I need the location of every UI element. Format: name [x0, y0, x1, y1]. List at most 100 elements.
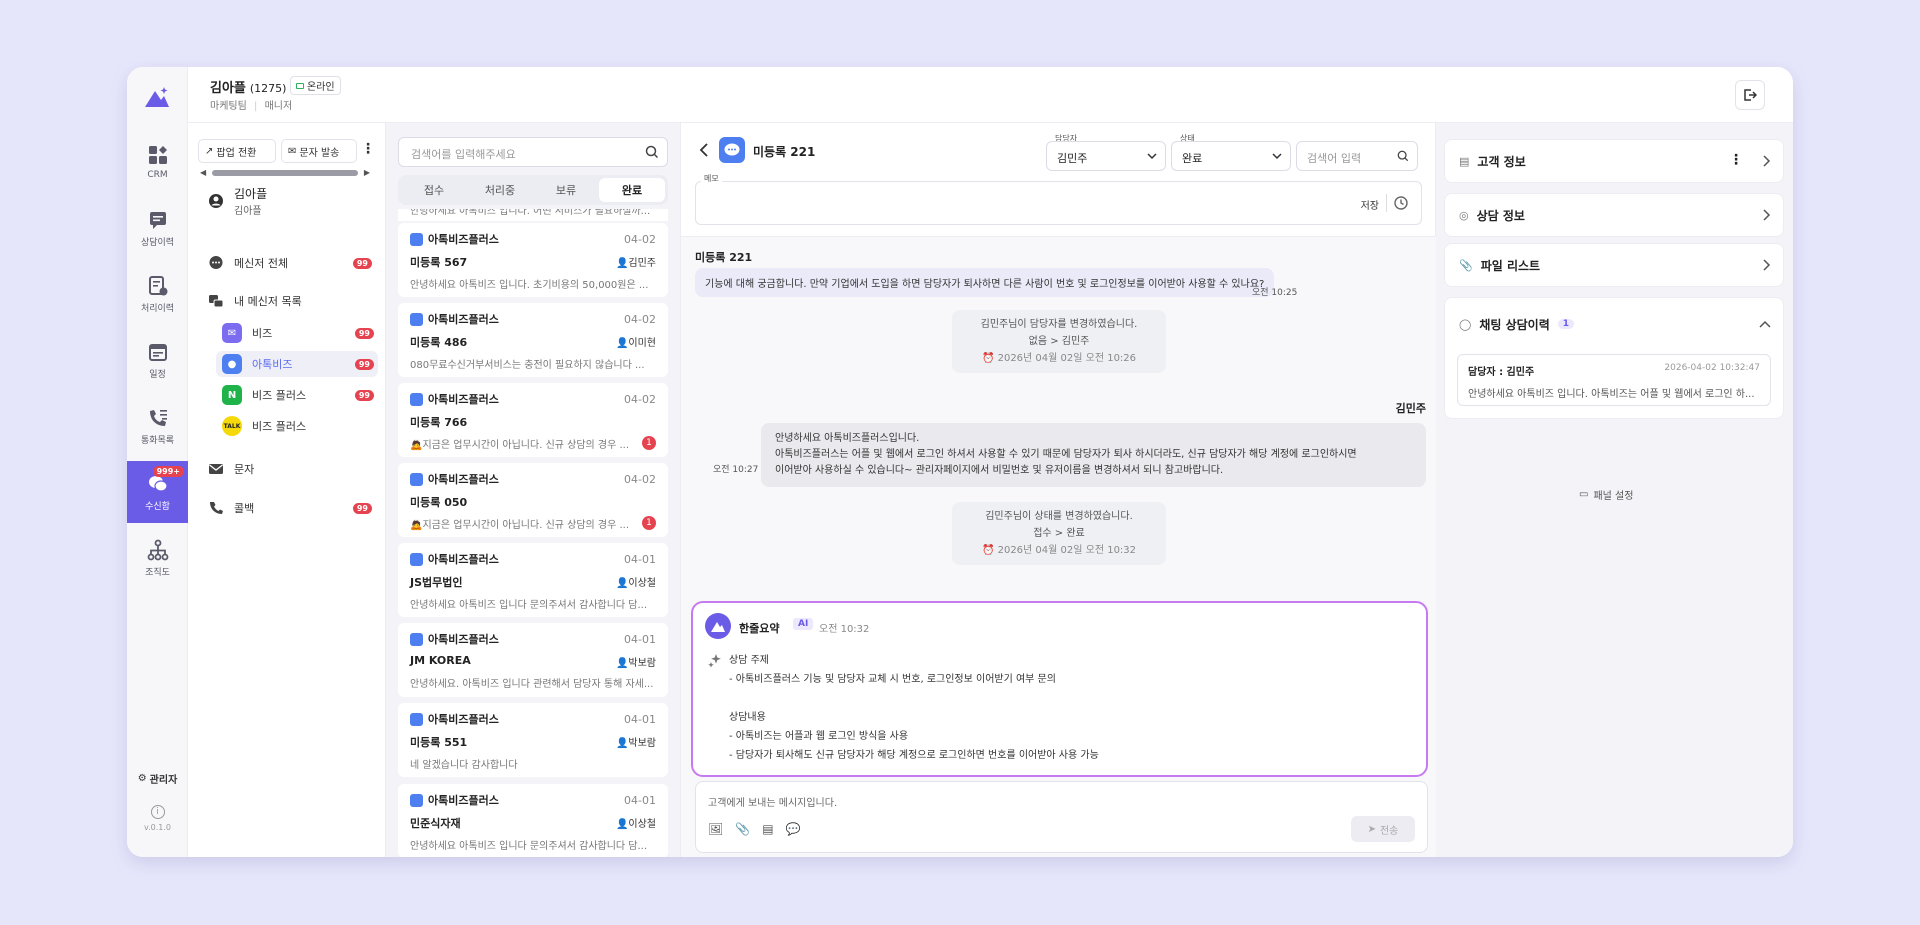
sidebar-item-all-messengers[interactable]: 메신저 전체 99	[208, 250, 376, 276]
panel-title: 고객 정보	[1477, 154, 1526, 169]
more-vertical-icon[interactable]: ⋮	[361, 141, 375, 157]
list-search-input[interactable]: 검색어를 입력해주세요	[398, 137, 668, 167]
status-select[interactable]: 완료	[1171, 141, 1291, 171]
rail-item-org-chart[interactable]: 조직도	[127, 527, 188, 589]
rail-item-crm[interactable]: CRM	[127, 131, 188, 193]
attach-icon[interactable]: 📎	[735, 822, 750, 836]
history-item[interactable]: 담당자 : 김민주 2026-04-02 10:32:47 안녕하세요 아톡비즈…	[1457, 354, 1771, 406]
horizontal-scrollbar[interactable]: ◀ ▶	[200, 168, 370, 177]
chevron-right-icon[interactable]	[1763, 155, 1771, 167]
list-item[interactable]: 아톡비즈플러스 04-02 미등록 486 👤이미현 080무료수신거부서비스는 충전이…	[398, 303, 668, 377]
chevron-right-icon[interactable]	[1763, 259, 1771, 271]
quick-reply-icon[interactable]: 💬	[786, 822, 801, 836]
list-item[interactable]: 아톡비즈플러스 04-01 민준식자재 👤이상철 안녕하세요 아톡비즈 입니다 문의주셔…	[398, 784, 668, 857]
system-message-line: 김민주님이 담당자를 변경하였습니다.	[980, 319, 1138, 330]
sidebar-user[interactable]: 김아플 김아플	[208, 185, 267, 217]
sidebar-item-sms[interactable]: 문자	[208, 456, 376, 482]
rail-item-process-history[interactable]: 처리이력	[127, 263, 188, 325]
chat-bubble-icon	[724, 143, 740, 156]
chat-search-input[interactable]: 검색어 입력	[1296, 141, 1418, 171]
tab-completed[interactable]: 완료	[599, 178, 665, 202]
sidebar-item-channel-atalkbiz[interactable]: ● 아톡비즈 99	[216, 351, 378, 377]
chevron-down-icon	[1147, 153, 1157, 160]
chevron-up-icon[interactable]	[1759, 320, 1771, 328]
rail-item-call-list[interactable]: 통화목록	[127, 395, 188, 457]
card-preview: 🙇지금은 업무시간이 아닙니다. 신규 상담의 경우 ...	[410, 520, 630, 531]
chevron-right-icon[interactable]	[1763, 209, 1771, 221]
assignee-select[interactable]: 김민주	[1046, 141, 1166, 171]
tab-received[interactable]: 접수	[401, 178, 467, 202]
system-message-timestamp: ⏰ 2026년 04월 02일 오전 10:32	[952, 542, 1166, 559]
unread-badge: 1	[642, 436, 656, 450]
scroll-left-icon[interactable]: ◀	[200, 168, 206, 177]
process-history-icon	[148, 275, 167, 295]
external-link-icon: ↗	[205, 145, 214, 157]
laptop-icon	[296, 82, 304, 89]
tab-in-progress[interactable]: 처리중	[467, 178, 533, 202]
history-icon[interactable]	[1393, 195, 1409, 211]
history-preview: 안녕하세요 아톡비즈 입니다. 아톡비즈는 어플 및 웹에서 로그인 하...	[1468, 389, 1755, 400]
divider	[1386, 194, 1387, 212]
list-item[interactable]: 아톡비즈플러스 04-01 미등록 551 👤박보람 네 알겠습니다 감사합니다	[398, 703, 668, 777]
biz-channel-icon: ✉	[222, 323, 242, 343]
back-chevron-icon[interactable]	[699, 143, 709, 157]
team-text: 마케팅팀	[210, 101, 247, 112]
app-window: CRM 상담이력 처리이력 일정 통화목록 999+ 수신함 조직도 ⚙ 관리자…	[127, 67, 1793, 857]
list-item[interactable]: 아톡비즈플러스 04-01 JS법무법인 👤이상철 안녕하세요 아톡비즈 입니다 문의주…	[398, 543, 668, 617]
card-preview: 안녕하세요 아톡비즈 입니다 문의주셔서 감사합니다 담...	[410, 600, 648, 611]
rail-item-calendar[interactable]: 일정	[127, 329, 188, 391]
send-sms-button[interactable]: ✉ 문자 발송	[281, 139, 357, 163]
chat-bubble-icon	[209, 256, 223, 269]
chat-panel: 미등록 221 담당자 김민주 상태 완료 검색어 입력 저장 메모 미등록 2…	[681, 123, 1436, 857]
consult-info-icon: ◎	[1459, 208, 1469, 222]
more-vertical-icon[interactable]: ⋮	[1729, 152, 1743, 168]
ai-summary-title: 한줄요약	[739, 622, 780, 635]
card-agent-name: 박보람	[628, 738, 656, 749]
rail-item-chat-history[interactable]: 상담이력	[127, 197, 188, 259]
sidebar-item-callback[interactable]: 콜백 99	[208, 495, 376, 521]
customer-info-panel[interactable]: ▤ 고객 정보 ⋮	[1444, 139, 1784, 183]
rail-item-inbox[interactable]: 999+ 수신함	[127, 461, 188, 523]
agent-name: 김민주	[1395, 402, 1426, 415]
sidebar-item-channel-kakao[interactable]: TALK 비즈 플러스	[216, 413, 378, 439]
tab-on-hold[interactable]: 보류	[533, 178, 599, 202]
logout-button[interactable]	[1735, 80, 1765, 110]
list-item[interactable]: 아톡비즈플러스 04-01 JM KOREA 👤박보람 안녕하세요. 아톡비즈 입니다 …	[398, 623, 668, 697]
panel-header[interactable]: ◯ 채팅 상담이력 1	[1459, 298, 1574, 350]
popup-switch-button[interactable]: ↗ 팝업 전환	[198, 139, 276, 163]
search-icon[interactable]	[1397, 150, 1409, 162]
file-list-panel[interactable]: 📎 파일 리스트	[1444, 243, 1784, 287]
version-info[interactable]: i v.0.1.0	[127, 805, 188, 832]
app-logo-icon[interactable]	[142, 83, 172, 113]
list-item-partial[interactable]: 안녕하세요 아톡비즈 입니다. 어떤 서비스가 필요하실까...	[398, 209, 668, 221]
image-icon[interactable]: 🖼	[708, 822, 723, 836]
memo-field[interactable]: 저장	[695, 181, 1422, 225]
memo-save-button[interactable]: 저장	[1361, 197, 1379, 212]
ai-summary-time: 오전 10:32	[819, 624, 870, 635]
compose-input[interactable]: 고객에게 보내는 메시지입니다.	[708, 794, 837, 809]
card-channel: 아톡비즈플러스	[428, 393, 499, 406]
info-icon: i	[150, 805, 165, 819]
list-item[interactable]: 아톡비즈플러스 04-02 미등록 050 🙇지금은 업무시간이 아닙니다. 신규 상…	[398, 463, 668, 537]
status-badge[interactable]: 온라인	[290, 76, 341, 95]
card-channel: 아톡비즈플러스	[428, 313, 499, 326]
system-message: 김민주님이 담당자를 변경하였습니다. 없음 > 김민주 ⏰ 2026년 04월…	[952, 310, 1166, 373]
send-button[interactable]: ➤ 전송	[1351, 816, 1415, 842]
sidebar-user-sub: 김아플	[234, 206, 262, 217]
list-item[interactable]: 아톡비즈플러스 04-02 미등록 766 🙇지금은 업무시간이 아닙니다. 신규 상…	[398, 383, 668, 457]
sidebar-item-channel-naver[interactable]: N 비즈 플러스 99	[216, 382, 378, 408]
template-icon[interactable]: ▤	[762, 822, 773, 836]
assignee-value: 김민주	[1057, 152, 1088, 165]
search-icon[interactable]	[645, 145, 659, 159]
calendar-icon	[148, 343, 167, 361]
card-date: 04-02	[624, 312, 656, 326]
card-date: 04-02	[624, 472, 656, 486]
consult-info-panel[interactable]: ◎ 상담 정보	[1444, 193, 1784, 237]
sidebar-item-my-messengers[interactable]: 내 메신저 목록	[208, 288, 376, 314]
sidebar-item-channel-biz[interactable]: ✉ 비즈 99	[216, 320, 378, 346]
list-item[interactable]: 아톡비즈플러스 04-02 미등록 567 👤김민주 안녕하세요 아톡비즈 입니다. 초…	[398, 223, 668, 297]
admin-button[interactable]: ⚙ 관리자	[131, 767, 184, 789]
panel-settings-button[interactable]: ▭ 패널 설정	[1579, 487, 1633, 502]
scroll-right-icon[interactable]: ▶	[364, 168, 370, 177]
scroll-thumb[interactable]	[212, 170, 358, 176]
